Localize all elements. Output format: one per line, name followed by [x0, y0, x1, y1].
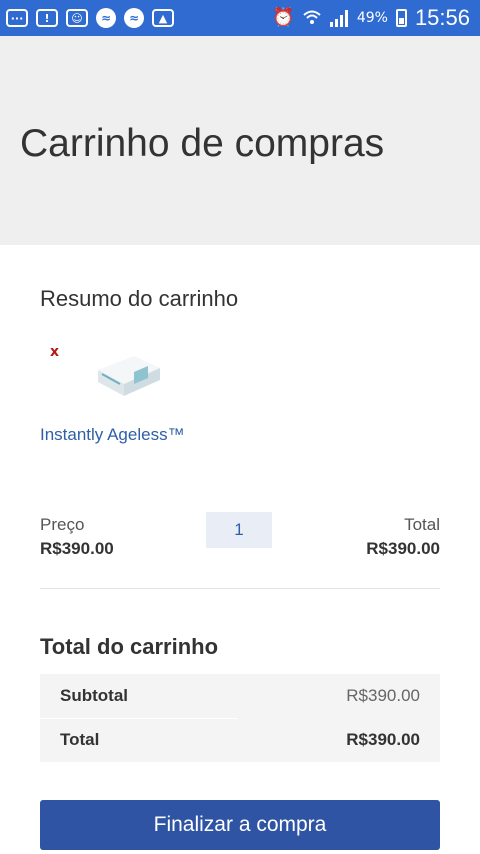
signal-icon	[329, 10, 348, 27]
price-value: R$390.00	[40, 539, 114, 558]
price-block: Preço R$390.00	[40, 515, 114, 559]
divider	[40, 588, 440, 589]
line-total-block: Total R$390.00	[366, 515, 440, 559]
product-image[interactable]	[92, 344, 164, 398]
quantity-input[interactable]	[206, 512, 272, 548]
page-title: Carrinho de compras	[20, 122, 385, 165]
subtotal-row: Subtotal R$390.00	[40, 674, 440, 718]
total-label: Total	[60, 730, 100, 749]
remove-item-button[interactable]: x	[50, 344, 59, 360]
more-icon: ···	[6, 9, 28, 27]
battery-percent: 49%	[356, 10, 388, 26]
image-icon: ▲	[152, 9, 174, 27]
status-bar: ··· ! ☺ ≈ ≈ ▲ ⏰ 49% 15:56	[0, 0, 480, 36]
summary-heading: Resumo do carrinho	[40, 286, 239, 311]
messenger-icon: ≈	[124, 8, 144, 28]
page-header: Carrinho de compras	[0, 36, 480, 245]
subtotal-value: R$390.00	[346, 686, 420, 705]
clock: 15:56	[414, 5, 470, 30]
notification-icons: ··· ! ☺ ≈ ≈ ▲	[0, 8, 174, 28]
alarm-icon: ⏰	[272, 7, 295, 28]
total-value: R$390.00	[346, 730, 420, 749]
messenger-icon: ≈	[96, 8, 116, 28]
face-icon: ☺	[66, 9, 88, 27]
alert-icon: !	[36, 9, 58, 27]
system-status: ⏰ 49% 15:56	[272, 0, 470, 36]
totals-heading: Total do carrinho	[40, 634, 219, 659]
product-name-link[interactable]: Instantly Ageless™	[40, 425, 185, 445]
totals-table: Subtotal R$390.00 Total R$390.00	[40, 674, 440, 762]
line-total-label: Total	[404, 515, 440, 534]
checkout-button[interactable]: Finalizar a compra	[40, 800, 440, 850]
subtotal-label: Subtotal	[60, 686, 128, 705]
battery-icon	[395, 9, 407, 27]
wifi-icon	[303, 10, 321, 24]
line-total-value: R$390.00	[366, 539, 440, 558]
total-row: Total R$390.00	[40, 718, 440, 762]
price-label: Preço	[40, 515, 85, 534]
